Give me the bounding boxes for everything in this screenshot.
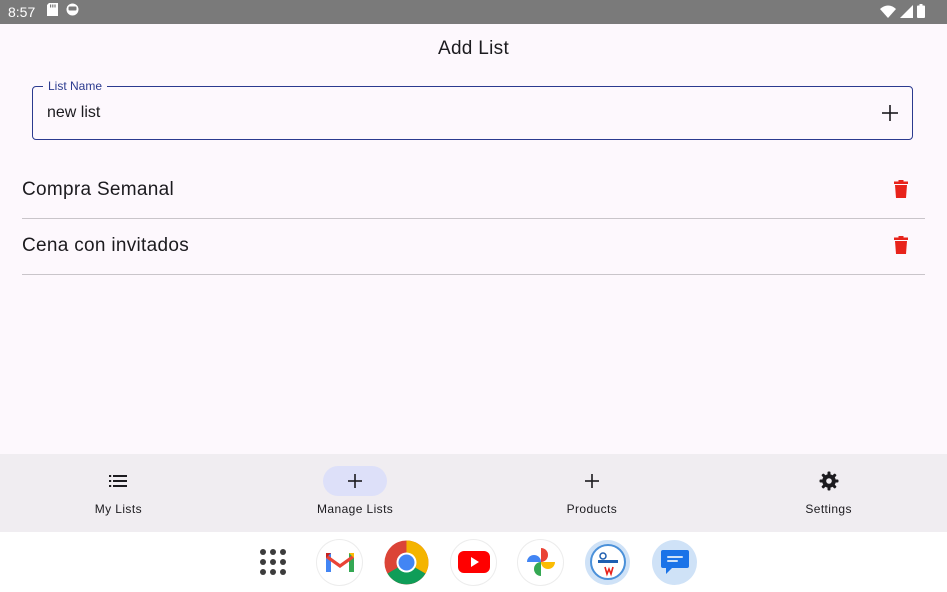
nav-label: My Lists xyxy=(94,502,142,516)
list-name-input[interactable] xyxy=(47,102,847,124)
youtube-icon[interactable] xyxy=(451,539,496,585)
gear-icon xyxy=(819,471,839,491)
list-name-label: List Name xyxy=(43,79,108,93)
nav-item-settings[interactable]: Settings xyxy=(710,454,947,532)
add-icon xyxy=(584,474,599,488)
nav-item-products[interactable]: Products xyxy=(474,454,711,532)
messages-icon[interactable] xyxy=(652,539,697,585)
nav-label: Settings xyxy=(805,502,852,516)
nav-label: Manage Lists xyxy=(317,502,394,516)
add-icon xyxy=(348,474,363,488)
status-time: 8:57 xyxy=(8,4,36,20)
page-title: Add List xyxy=(437,38,510,59)
nav-indicator xyxy=(797,466,861,496)
add-icon xyxy=(882,105,898,121)
nav-label: Products xyxy=(566,502,618,516)
status-right-icons xyxy=(880,4,925,23)
dock-items xyxy=(250,539,697,585)
app-drawer-icon[interactable] xyxy=(250,540,295,585)
nav-item-my-lists[interactable]: My Lists xyxy=(0,454,237,532)
status-left-icons xyxy=(47,3,79,21)
list-name-field[interactable]: List Name xyxy=(32,79,913,140)
list-item-label: Compra Semanal xyxy=(22,179,175,200)
list-item-label: Cena con invitados xyxy=(22,235,190,256)
super-w2-icon[interactable] xyxy=(585,539,630,585)
sync-icon xyxy=(66,3,79,21)
sd-card-icon xyxy=(47,3,59,21)
wifi-icon xyxy=(880,5,896,23)
nav-item-manage-lists[interactable]: Manage Lists xyxy=(237,454,474,532)
list-icon xyxy=(109,475,128,487)
nav-indicator xyxy=(560,466,624,496)
cell-signal-icon xyxy=(900,4,913,23)
status-bar: 8:57 xyxy=(0,0,947,24)
add-list-button[interactable] xyxy=(878,101,902,125)
battery-icon xyxy=(917,4,925,23)
bottom-navigation: My Lists Manage Lists Products Settings xyxy=(0,454,947,532)
nav-indicator xyxy=(86,466,150,496)
system-dock xyxy=(0,532,947,592)
delete-list-button[interactable] xyxy=(889,177,913,201)
list-item[interactable]: Compra Semanal xyxy=(22,163,925,219)
trash-icon xyxy=(894,180,908,198)
delete-list-button[interactable] xyxy=(889,233,913,257)
gmail-icon[interactable] xyxy=(317,539,362,585)
nav-indicator xyxy=(323,466,388,496)
trash-icon xyxy=(894,236,908,254)
chrome-icon[interactable] xyxy=(384,540,429,585)
screen: 8:57 Add List List Name new list Compra … xyxy=(0,0,947,592)
photos-icon[interactable] xyxy=(518,539,563,585)
list-item[interactable]: Cena con invitados xyxy=(22,219,925,275)
